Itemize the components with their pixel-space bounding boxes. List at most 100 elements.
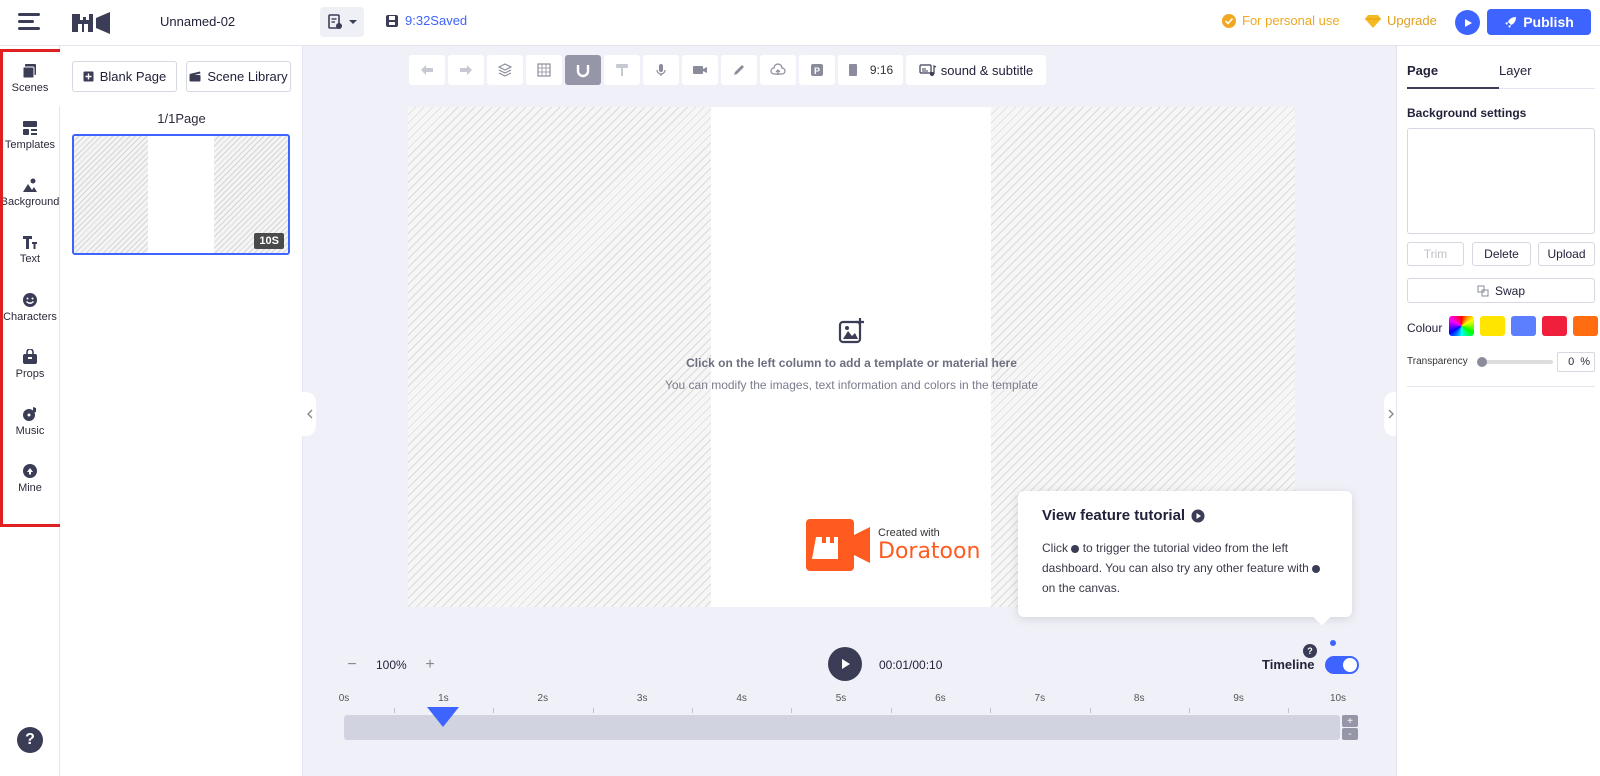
- timeline-tick-mark: [990, 708, 992, 713]
- canvas-empty-hint: Click on the left column to add a templa…: [408, 317, 1295, 392]
- sound-subtitle-button[interactable]: sound & subtitle: [906, 55, 1046, 85]
- nav-item-music[interactable]: Music: [0, 393, 60, 449]
- play-button[interactable]: [828, 647, 862, 681]
- scene-thumbnail[interactable]: 10S: [72, 134, 290, 255]
- clapperboard-icon: [189, 71, 201, 82]
- tab-layer[interactable]: Layer: [1499, 63, 1532, 78]
- nav-item-mine[interactable]: Mine: [0, 450, 60, 506]
- scene-library-label: Scene Library: [207, 69, 288, 84]
- preview-play-button[interactable]: [1455, 10, 1480, 35]
- timeline-ruler: 0s 1s 2s 3s 4s 5s 6s 7s 8s 9s 10s: [339, 693, 1346, 713]
- timeline-tick-label: 8s: [1133, 693, 1145, 704]
- tutorial-body-part-1: Click: [1042, 541, 1068, 555]
- tab-page[interactable]: Page: [1407, 63, 1438, 78]
- timeline-tick-mark: [890, 708, 892, 713]
- notification-dot: [1330, 640, 1336, 646]
- transparency-input[interactable]: 0 %: [1557, 352, 1595, 372]
- layers-button[interactable]: [487, 55, 523, 85]
- colour-swatch-orange[interactable]: [1573, 316, 1598, 336]
- document-title[interactable]: Unnamed-02: [160, 14, 235, 29]
- upgrade-label: Upgrade: [1387, 13, 1437, 28]
- menu-icon[interactable]: [18, 13, 40, 31]
- track-zoom-out-button[interactable]: -: [1342, 728, 1358, 740]
- timeline-playhead[interactable]: [427, 707, 460, 727]
- watermark-created-with: Created with: [878, 526, 940, 539]
- timeline-tick-label: 4s: [736, 693, 747, 704]
- timeline-track[interactable]: [344, 715, 1340, 740]
- upload-button[interactable]: Upload: [1538, 242, 1595, 266]
- doratoon-logo-icon[interactable]: [70, 10, 112, 36]
- parking-button[interactable]: P: [799, 55, 835, 85]
- timeline-label: Timeline: [1262, 657, 1315, 672]
- timeline-tick-label: 5s: [835, 693, 847, 704]
- transparency-unit: %: [1580, 356, 1590, 368]
- nav-item-background[interactable]: Background: [0, 164, 60, 220]
- zoom-in-button[interactable]: +: [421, 656, 439, 674]
- nav-label-music: Music: [15, 424, 45, 437]
- cloud-upload-icon: [770, 63, 786, 75]
- timeline-toggle[interactable]: [1325, 656, 1359, 674]
- grid-button[interactable]: [526, 55, 562, 85]
- pencil-icon: [734, 65, 744, 75]
- timeline-tick-mark: [393, 708, 395, 713]
- transparency-slider-track[interactable]: [1479, 360, 1553, 364]
- phone-ratio-icon: [848, 64, 857, 76]
- track-zoom-in-button[interactable]: +: [1342, 715, 1358, 727]
- feature-tutorial-popover: View feature tutorial Click to trigger t…: [1018, 491, 1352, 617]
- upgrade-button[interactable]: Upgrade: [1365, 13, 1437, 28]
- aspect-ratio-button[interactable]: 9:16: [838, 55, 903, 85]
- delete-button[interactable]: Delete: [1472, 242, 1531, 266]
- doratoon-watermark: Created with Doratoon: [806, 517, 980, 573]
- chevron-right-icon: [1388, 409, 1394, 419]
- magnet-snap-button[interactable]: [565, 55, 601, 85]
- chevron-down-icon: [348, 20, 357, 24]
- colour-swatch-blue[interactable]: [1511, 316, 1536, 336]
- sound-subtitle-label: sound & subtitle: [940, 62, 1034, 78]
- microphone-icon: [656, 64, 666, 76]
- tutorial-title-row[interactable]: View feature tutorial: [1042, 507, 1328, 524]
- blank-page-label: Blank Page: [99, 69, 167, 84]
- aspect-ratio-label: 9:16: [869, 63, 894, 77]
- zoom-out-button[interactable]: −: [343, 656, 361, 674]
- publish-button[interactable]: Publish: [1487, 9, 1591, 35]
- thumbnail-left-hatch: [74, 136, 148, 253]
- colour-swatch-yellow[interactable]: [1480, 316, 1505, 336]
- swap-button[interactable]: Swap: [1407, 278, 1595, 303]
- file-menu-button[interactable]: [320, 7, 364, 37]
- personal-use-badge[interactable]: For personal use: [1222, 13, 1340, 28]
- trim-button[interactable]: Trim: [1407, 242, 1464, 266]
- colour-swatch-picker[interactable]: [1449, 316, 1474, 336]
- colour-swatch-red[interactable]: [1542, 316, 1567, 336]
- collapse-left-panel-button[interactable]: [302, 392, 316, 436]
- background-settings-heading: Background settings: [1407, 106, 1527, 120]
- scene-library-button[interactable]: Scene Library: [186, 61, 291, 92]
- record-video-button[interactable]: [682, 55, 718, 85]
- mine-icon: [23, 463, 37, 478]
- background-preview-box[interactable]: [1407, 128, 1595, 234]
- record-voice-button[interactable]: [643, 55, 679, 85]
- svg-text:P: P: [814, 66, 820, 76]
- draw-button[interactable]: [721, 55, 757, 85]
- blank-page-button[interactable]: Blank Page: [72, 61, 177, 92]
- tutorial-title: View feature tutorial: [1042, 507, 1186, 524]
- personal-use-label: For personal use: [1242, 13, 1340, 28]
- redo-button[interactable]: [448, 55, 484, 85]
- properties-panel: Page Layer Background settings Trim Dele…: [1396, 46, 1600, 776]
- characters-icon: [23, 292, 37, 307]
- nav-item-props[interactable]: Props: [0, 336, 60, 392]
- help-button[interactable]: ?: [17, 727, 43, 753]
- colour-label: Colour: [1407, 321, 1443, 335]
- canvas-hint-secondary: You can modify the images, text informat…: [664, 378, 1039, 392]
- transparency-slider-thumb[interactable]: [1477, 357, 1487, 367]
- nav-item-templates[interactable]: Templates: [0, 107, 60, 163]
- timeline-help-icon[interactable]: ?: [1303, 644, 1317, 658]
- timeline-tick-mark: [1288, 708, 1290, 713]
- add-page-icon: [83, 71, 94, 82]
- timeline-tick-label: 7s: [1034, 693, 1046, 704]
- nav-item-text[interactable]: Text: [0, 221, 60, 277]
- nav-item-scenes[interactable]: Scenes: [0, 50, 60, 106]
- cloud-upload-button[interactable]: [760, 55, 796, 85]
- nav-item-characters[interactable]: Characters: [0, 279, 60, 335]
- format-painter-button[interactable]: [604, 55, 640, 85]
- undo-button[interactable]: [409, 55, 445, 85]
